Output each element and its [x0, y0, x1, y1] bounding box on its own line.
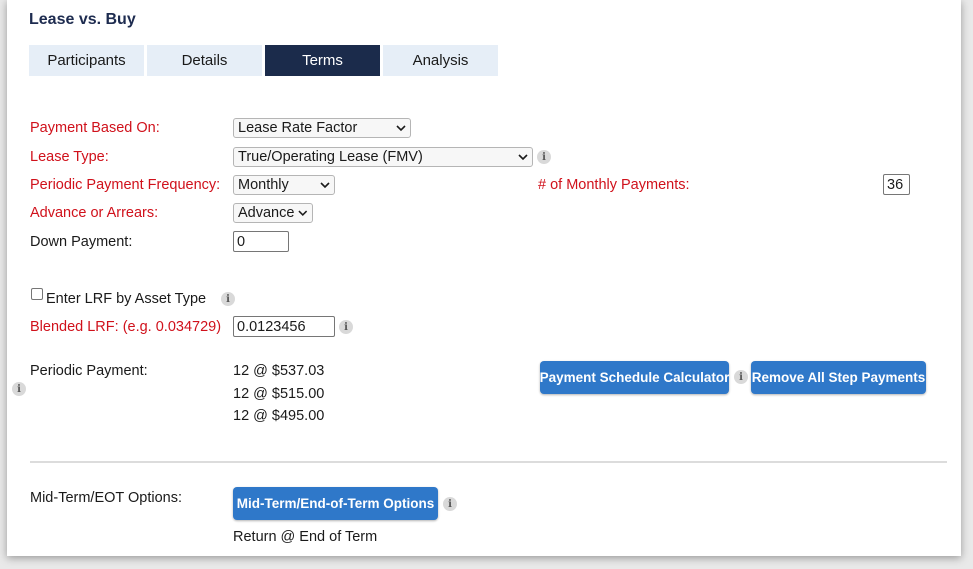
frequency-select[interactable]: Monthly	[233, 175, 335, 195]
payment-based-on-select[interactable]: Lease Rate Factor	[233, 118, 411, 138]
advance-arrears-select[interactable]: Advance	[233, 203, 313, 223]
chevron-down-icon	[396, 125, 406, 132]
mid-term-options-button[interactable]: Mid-Term/End-of-Term Options	[233, 487, 438, 520]
blended-lrf-info-icon[interactable]: i	[339, 320, 353, 334]
remove-all-step-payments-button[interactable]: Remove All Step Payments	[751, 361, 926, 394]
lease-type-value: True/Operating Lease (FMV)	[238, 149, 423, 165]
lease-type-info-icon[interactable]: i	[537, 150, 551, 164]
advance-arrears-value: Advance	[238, 205, 295, 221]
enter-lrf-info-icon[interactable]: i	[221, 292, 235, 306]
tab-analysis[interactable]: Analysis	[383, 45, 498, 76]
payment-schedule-calculator-button[interactable]: Payment Schedule Calculator	[540, 361, 729, 394]
payment-line: 12 @ $495.00	[233, 408, 325, 424]
payment-based-on-value: Lease Rate Factor	[238, 120, 358, 136]
payment-line: 12 @ $515.00	[233, 386, 325, 402]
tab-details[interactable]: Details	[147, 45, 262, 76]
frequency-label: Periodic Payment Frequency:	[30, 177, 221, 193]
periodic-payment-label: Periodic Payment:	[30, 363, 148, 379]
periodic-payment-info-icon[interactable]: i	[12, 382, 26, 396]
tab-participants[interactable]: Participants	[29, 45, 144, 76]
chevron-down-icon	[518, 154, 528, 161]
section-divider	[30, 461, 947, 463]
mid-term-value: Return @ End of Term	[233, 529, 378, 545]
lease-type-select[interactable]: True/Operating Lease (FMV)	[233, 147, 533, 167]
payment-schedule-info-icon[interactable]: i	[734, 370, 748, 384]
mid-term-label: Mid-Term/EOT Options:	[30, 490, 183, 506]
down-payment-label: Down Payment:	[30, 234, 133, 250]
payment-based-on-label: Payment Based On:	[30, 120, 160, 136]
lease-vs-buy-panel: Lease vs. Buy Participants Details Terms…	[7, 0, 961, 556]
enter-lrf-label: Enter LRF by Asset Type	[46, 291, 207, 307]
down-payment-input[interactable]	[233, 231, 289, 252]
chevron-down-icon	[320, 182, 330, 189]
enter-lrf-checkbox[interactable]	[31, 288, 43, 300]
blended-lrf-label: Blended LRF: (e.g. 0.034729)	[30, 319, 222, 335]
chevron-down-icon	[298, 210, 308, 216]
frequency-value: Monthly	[238, 177, 289, 193]
tab-terms[interactable]: Terms	[265, 45, 380, 76]
num-payments-label: # of Monthly Payments:	[538, 177, 690, 193]
payment-line: 12 @ $537.03	[233, 363, 325, 379]
num-payments-input[interactable]	[883, 174, 910, 195]
page-title: Lease vs. Buy	[29, 11, 136, 28]
blended-lrf-input[interactable]	[233, 316, 335, 337]
lease-type-label: Lease Type:	[30, 149, 109, 165]
advance-arrears-label: Advance or Arrears:	[30, 205, 159, 221]
mid-term-info-icon[interactable]: i	[443, 497, 457, 511]
